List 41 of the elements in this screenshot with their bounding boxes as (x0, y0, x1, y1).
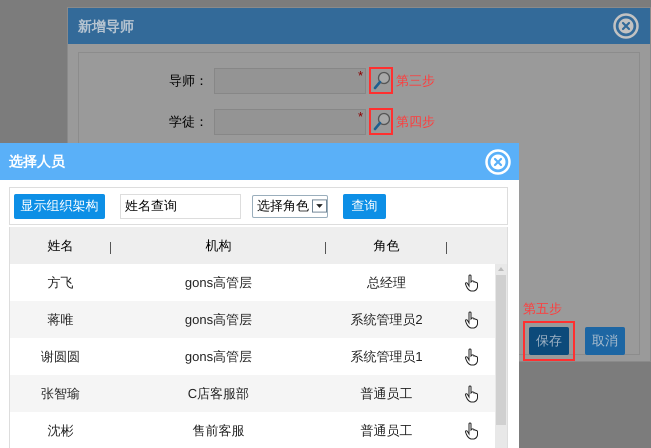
hand-pointer-icon[interactable] (464, 274, 479, 292)
step-label: 第五步 (523, 300, 563, 318)
hand-pointer-icon[interactable] (464, 310, 479, 328)
step-label: 第三步 (396, 72, 435, 90)
table-cell-text: 方飞 (46, 274, 74, 292)
table-row[interactable]: 张智瑜 C店客服部 普通员工 (10, 375, 496, 412)
field-label: 学徒： (168, 112, 208, 131)
table-cell-text: 普通员工 (360, 422, 414, 440)
table-cell-text: gons高管层 (184, 310, 254, 329)
search-icon[interactable] (372, 112, 390, 131)
required-mark: * (358, 108, 363, 126)
search-icon[interactable] (372, 71, 390, 90)
table-cell-text: gons高管层 (184, 348, 254, 366)
close-icon[interactable] (613, 13, 639, 39)
action-button[interactable]: 保存 (529, 327, 569, 355)
table-cell-text: 售前客服 (192, 422, 246, 440)
table-cell-text: C店客服部 (186, 384, 250, 403)
required-mark: * (358, 66, 363, 84)
table-cell-text: 系统管理员2 (349, 310, 424, 329)
hand-pointer-icon[interactable] (464, 348, 479, 366)
table-row[interactable]: 蒋唯 gons高管层 系统管理员2 (10, 301, 496, 338)
table-cell-text: 系统管理员1 (349, 348, 424, 366)
column-header: 角色 (372, 236, 400, 255)
column-header: 机构 (204, 236, 232, 255)
dialog-title: 新增导师 (78, 16, 134, 36)
field-label: 导师： (168, 72, 208, 90)
table-cell-text: 普通员工 (360, 384, 414, 403)
hand-pointer-icon[interactable] (464, 422, 479, 440)
table-cell-text: 蒋唯 (46, 310, 74, 329)
table-cell-text: 谢圆圆 (40, 348, 81, 366)
step-label: 第四步 (396, 112, 435, 131)
scrollbar-thumb[interactable] (496, 275, 506, 425)
table-cell-text: 总经理 (366, 274, 407, 292)
table-cell-text: 张智瑜 (40, 384, 81, 403)
hand-pointer-icon[interactable] (464, 384, 479, 402)
column-header: 姓名 (46, 236, 74, 255)
name-search-field[interactable]: 姓名查询 (120, 194, 241, 218)
dialog-title: 选择人员 (9, 152, 65, 171)
role-dropdown[interactable]: 选择角色 (252, 194, 328, 218)
table-cell-text: gons高管层 (184, 274, 254, 292)
table-cell-text: 沈彬 (46, 422, 74, 440)
